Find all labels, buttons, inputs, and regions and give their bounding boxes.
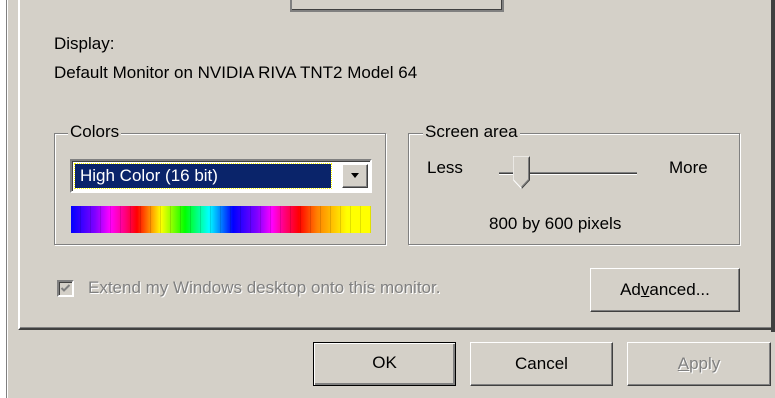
cancel-button[interactable]: Cancel bbox=[470, 342, 613, 386]
screen-area-slider-thumb[interactable] bbox=[513, 156, 531, 190]
color-depth-select[interactable]: High Color (16 bit) bbox=[70, 159, 372, 193]
color-depth-dropdown-button[interactable] bbox=[342, 164, 368, 188]
ok-button[interactable]: OK bbox=[313, 342, 456, 386]
extend-desktop-checkbox[interactable] bbox=[57, 280, 74, 297]
panel-right-edge bbox=[771, 0, 775, 332]
color-depth-selected-value: High Color (16 bit) bbox=[74, 163, 332, 189]
advanced-button[interactable]: Advanced... bbox=[590, 268, 740, 312]
apply-button[interactable]: Apply bbox=[627, 342, 771, 386]
cancel-button-label: Cancel bbox=[515, 354, 568, 373]
screen-area-group-title: Screen area bbox=[423, 122, 520, 142]
display-label: Display: bbox=[54, 34, 115, 53]
colors-group: Colors High Color (16 bit) bbox=[54, 122, 386, 245]
slider-more-label: More bbox=[669, 158, 708, 177]
apply-button-label-suffix: pply bbox=[689, 354, 721, 373]
extend-desktop-label: Extend my Windows desktop onto this moni… bbox=[88, 278, 441, 297]
ok-button-label: OK bbox=[372, 353, 397, 372]
monitor-preview-edge bbox=[290, 0, 504, 12]
advanced-button-label-prefix: Ad bbox=[620, 280, 641, 299]
checkmark-icon bbox=[60, 284, 71, 292]
color-spectrum-preview bbox=[71, 206, 371, 233]
slider-less-label: Less bbox=[427, 158, 463, 177]
chevron-down-icon bbox=[351, 173, 359, 178]
advanced-button-label-suffix: anced... bbox=[649, 280, 710, 299]
screen-resolution-text: 800 by 600 pixels bbox=[489, 214, 622, 233]
display-monitor-name: Default Monitor on NVIDIA RIVA TNT2 Mode… bbox=[54, 63, 418, 82]
apply-button-mnemonic: A bbox=[677, 354, 690, 373]
colors-group-title: Colors bbox=[68, 122, 122, 142]
screen-area-group: Screen area Less More 800 by 600 pixels bbox=[408, 122, 740, 245]
